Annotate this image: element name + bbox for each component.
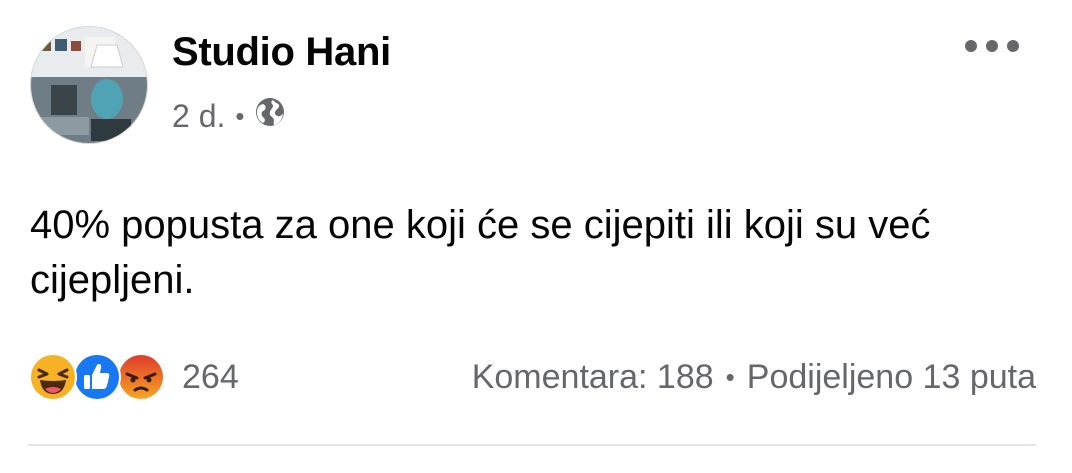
more-options-button[interactable] — [960, 32, 1024, 64]
post-text: 40% popusta za one koji će se cijepiti i… — [30, 203, 931, 302]
post-meta: 2 d. • — [172, 96, 286, 136]
divider — [28, 444, 1036, 446]
shares-count-link[interactable]: Podijeljeno 13 puta — [747, 358, 1036, 397]
comments-count-link[interactable]: Komentara: 188 — [472, 358, 714, 397]
globe-icon — [254, 96, 286, 136]
reactions-summary[interactable]: 264 — [28, 352, 239, 402]
page-avatar[interactable] — [30, 26, 148, 144]
haha-reaction-icon — [28, 352, 78, 402]
more-options-icon — [962, 38, 1022, 59]
stats-separator: • — [725, 362, 735, 392]
post-timestamp[interactable]: 2 d. — [172, 98, 225, 135]
reaction-count: 264 — [182, 357, 239, 396]
angry-reaction-icon — [116, 352, 166, 402]
engagement-stats: Komentara: 188 • Podijeljeno 13 puta — [472, 358, 1036, 397]
author-name[interactable]: Studio Hani — [172, 30, 391, 75]
like-reaction-icon — [72, 352, 122, 402]
meta-separator: • — [235, 101, 245, 131]
